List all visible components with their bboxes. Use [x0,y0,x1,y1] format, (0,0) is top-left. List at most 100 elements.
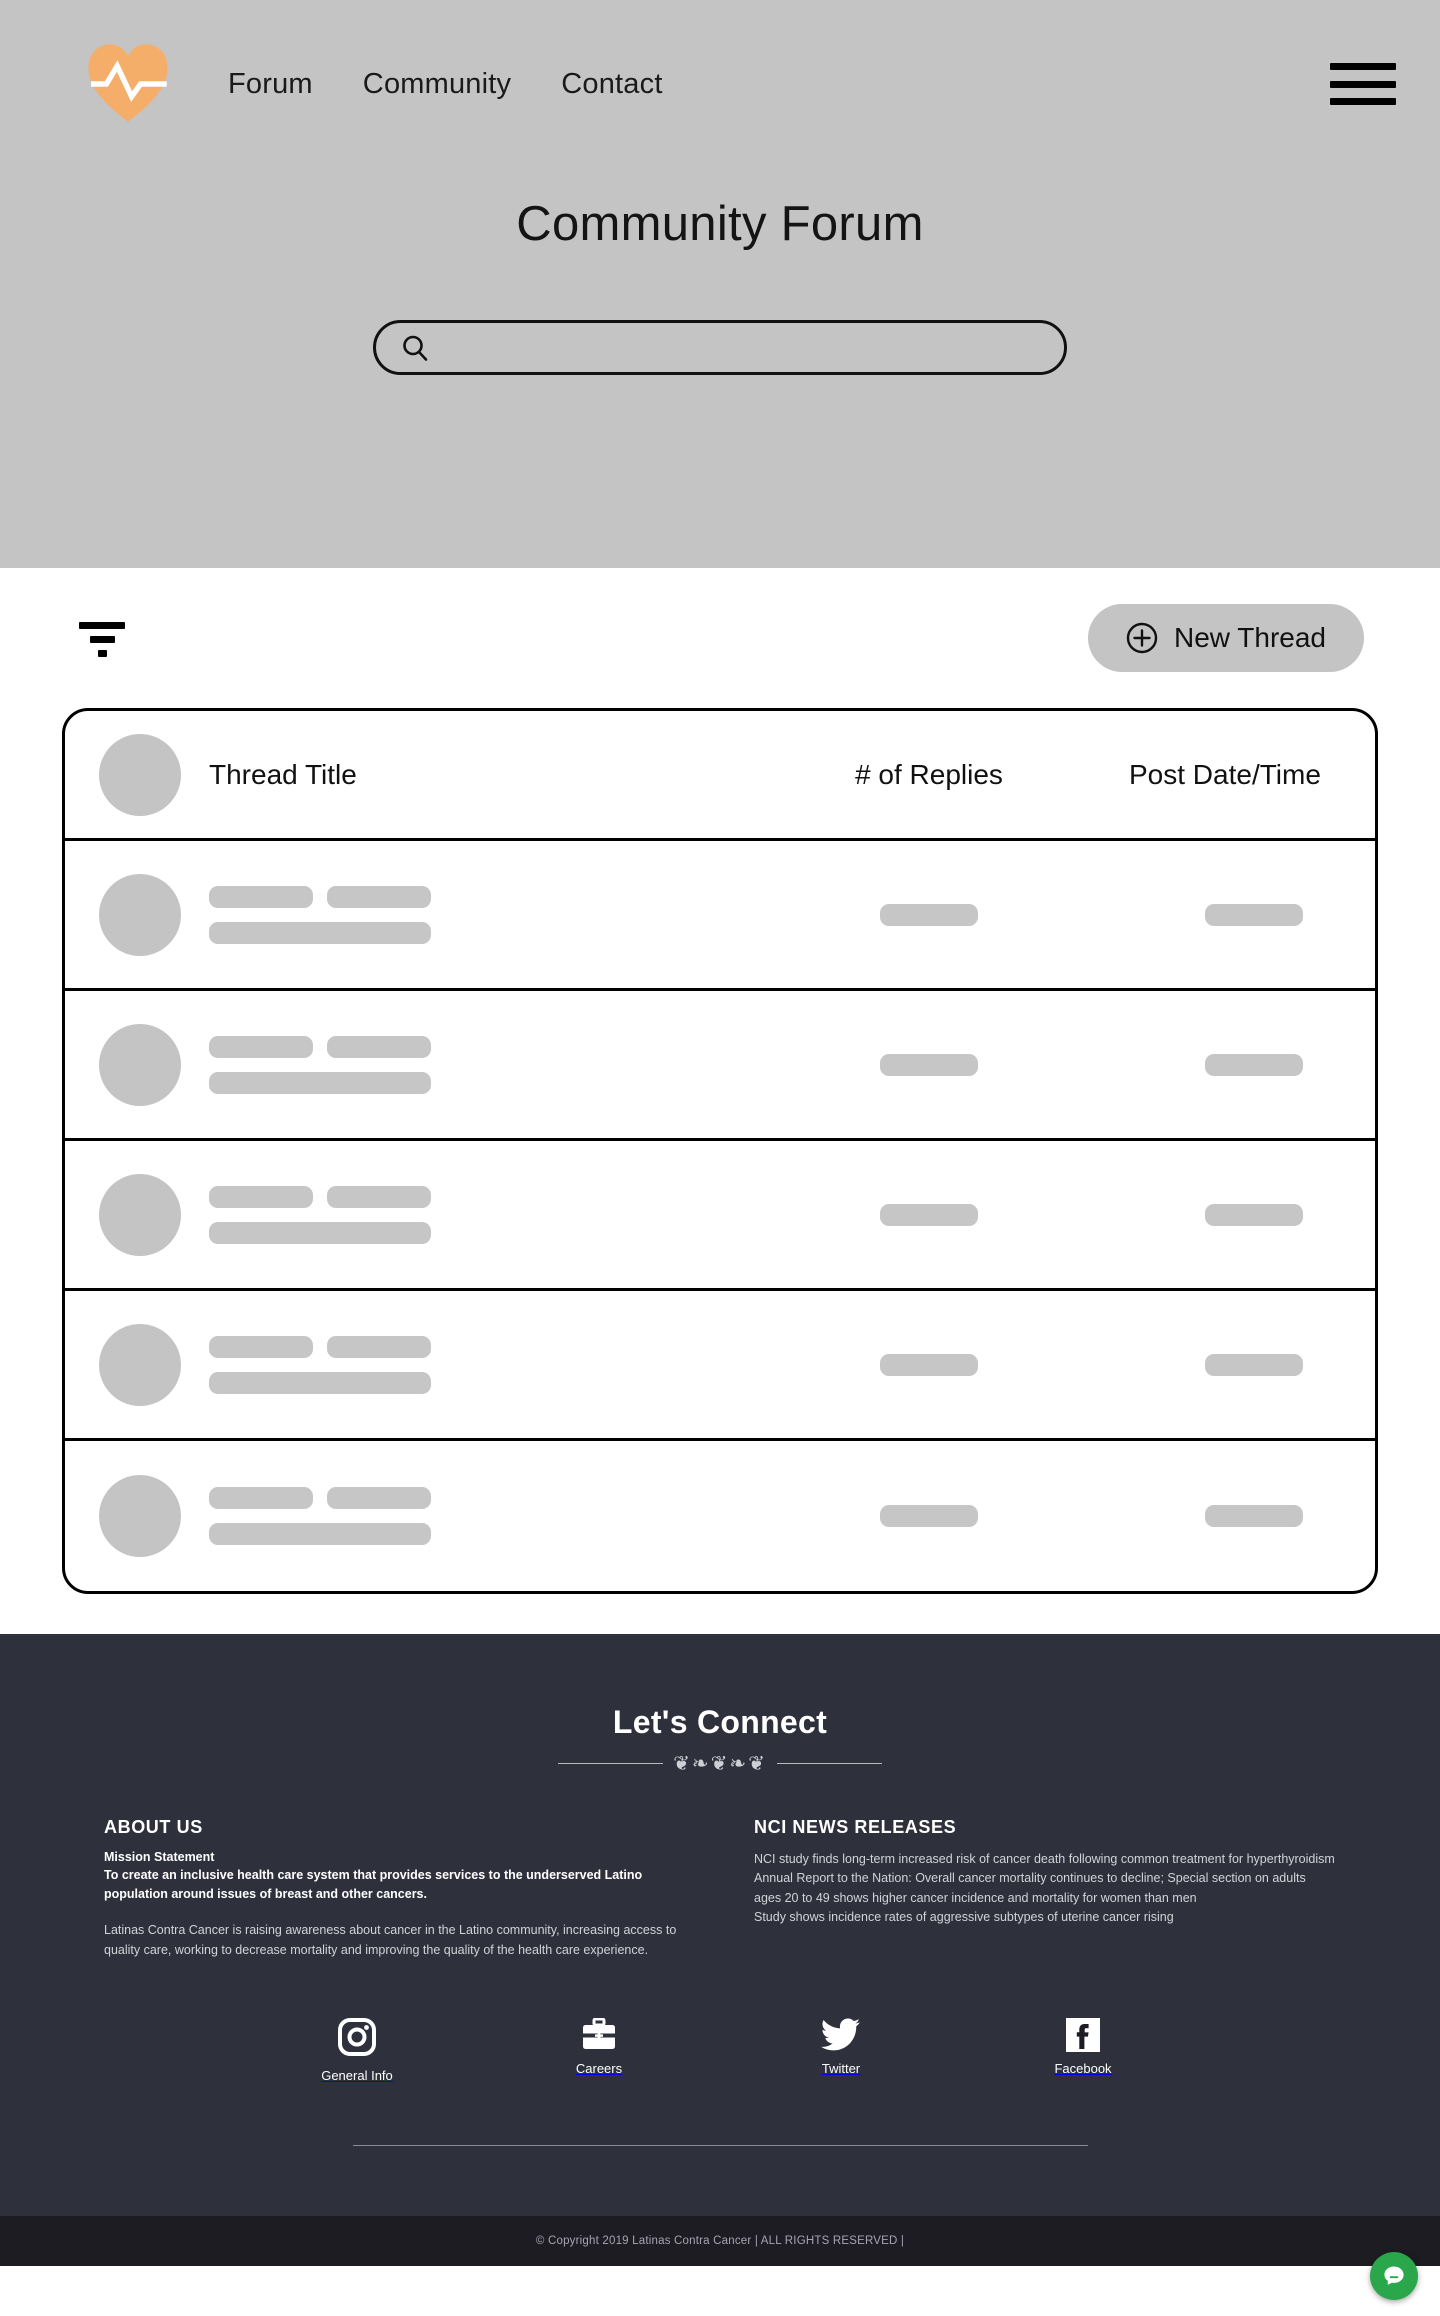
skeleton-pill [880,903,978,926]
site-logo[interactable] [80,36,176,132]
flourish-icon: ❦❧❦❧❦ [673,1751,767,1775]
table-row[interactable] [65,1441,1375,1591]
mission-statement-label: Mission Statement [104,1850,215,1864]
nav-link-community[interactable]: Community [363,68,511,101]
divider-rule-right [776,1762,882,1764]
table-header-row: Thread Title # of Replies Post Date/Time [65,711,1375,841]
about-us-body: Latinas Contra Cancer is raising awarene… [104,1922,677,1957]
news-item[interactable]: Study shows incidence rates of aggressiv… [754,1908,1336,1927]
avatar [99,1173,181,1256]
table-row[interactable] [65,1141,1375,1291]
row-replies-skeleton [729,1203,1129,1226]
skeleton-line-group [209,885,729,908]
row-date-skeleton [1129,1053,1341,1076]
footer-about-column: ABOUT US Mission Statement To create an … [104,1817,686,1960]
search-area [0,320,1440,375]
row-replies-skeleton [729,1505,1129,1527]
column-header-replies: # of Replies [855,758,1003,790]
skeleton-line-group [209,1185,729,1208]
footer-divider [352,2144,1088,2146]
social-label: Facebook [1054,2060,1112,2076]
skeleton-pill [880,1353,978,1376]
row-date-skeleton [1129,1203,1341,1226]
table-row[interactable] [65,1291,1375,1441]
skeleton-pill [880,1053,978,1076]
row-date-skeleton [1129,903,1341,926]
footer-news-column: NCI NEWS RELEASES NCI study finds long-t… [754,1817,1336,1960]
social-link-general-info[interactable]: General Info [311,2017,403,2083]
nci-news-heading: NCI NEWS RELEASES [754,1817,957,1837]
briefcase-icon [581,2017,617,2049]
instagram-icon [338,2017,376,2056]
row-thread-title-skeleton [209,1487,729,1545]
header-col-replies: # of Replies [729,759,1129,791]
nav-link-forum[interactable]: Forum [228,68,313,101]
social-link-facebook[interactable]: Facebook [1037,2017,1129,2083]
skeleton-line [209,1335,313,1358]
skeleton-line [327,1335,431,1358]
skeleton-line [209,1035,313,1058]
social-label: Twitter [821,2060,861,2076]
social-label: Careers [575,2060,623,2076]
skeleton-pill [1205,1505,1303,1527]
column-header-thread-title: Thread Title [209,758,357,790]
skeleton-line [327,885,431,908]
divider-rule-left [558,1762,664,1764]
chat-widget-button[interactable] [1370,2252,1418,2300]
social-link-careers[interactable]: Careers [553,2017,645,2083]
nav-link-contact[interactable]: Contact [561,68,662,101]
skeleton-line [209,1487,313,1509]
search-input[interactable] [444,335,1044,360]
skeleton-pill [1205,1353,1303,1376]
avatar [99,1323,181,1406]
footer-bottom-bar: © Copyright 2019 Latinas Contra Cancer |… [0,2215,1440,2266]
hamburger-bar [1330,63,1396,70]
hamburger-menu-icon[interactable] [1330,58,1396,110]
skeleton-pill [880,1203,978,1226]
page-root: Forum Community Contact Community Forum [0,0,1440,2316]
row-replies-skeleton [729,1353,1129,1376]
row-date-skeleton [1129,1353,1341,1376]
avatar [99,1475,181,1557]
social-links: General Info Careers Twitter Facebook [0,2017,1440,2083]
skeleton-line [209,1371,431,1394]
new-thread-button[interactable]: New Thread [1087,604,1364,672]
ornamental-divider: ❦❧❦❧❦ [0,1753,1440,1773]
site-footer: Let's Connect ❦❧❦❧❦ ABOUT US Mission Sta… [0,1634,1440,2266]
nav-links: Forum Community Contact [228,68,663,101]
skeleton-line [327,1035,431,1058]
thread-table: Thread Title # of Replies Post Date/Time [62,708,1378,1594]
skeleton-line [209,1071,431,1094]
forum-toolbar: New Thread [62,568,1378,708]
footer-columns: ABOUT US Mission Statement To create an … [0,1773,1440,1960]
plus-circle-icon [1126,622,1158,654]
filter-icon[interactable] [76,616,128,660]
mission-statement-text: To create an inclusive health care syste… [104,1868,643,1902]
skeleton-line-group [209,1487,729,1509]
new-thread-label: New Thread [1173,622,1326,653]
social-link-twitter[interactable]: Twitter [795,2018,887,2083]
row-replies-skeleton [729,1053,1129,1076]
search-icon [403,335,428,361]
social-label: General Info [321,2067,393,2083]
table-row[interactable] [65,991,1375,1141]
column-header-date: Post Date/Time [1129,758,1321,790]
twitter-icon [821,2018,860,2051]
search-box[interactable] [373,320,1067,375]
hero-banner: Forum Community Contact Community Forum [0,0,1440,568]
chat-bubble-icon [1384,2266,1404,2285]
facebook-icon [1066,2017,1100,2052]
top-navigation: Forum Community Contact [0,0,1440,130]
footer-heading: Let's Connect [612,1704,828,1740]
skeleton-pill [1205,1053,1303,1076]
filter-bar [79,622,125,629]
news-item[interactable]: NCI study finds long-term increased risk… [754,1850,1336,1869]
header-col-thread-title: Thread Title [209,759,729,791]
hamburger-bar [1330,98,1396,105]
filter-bar [97,650,107,657]
header-col-date: Post Date/Time [1129,759,1359,791]
row-thread-title-skeleton [209,1035,729,1094]
table-row[interactable] [65,841,1375,991]
news-item[interactable]: Annual Report to the Nation: Overall can… [754,1869,1336,1908]
row-thread-title-skeleton [209,1335,729,1394]
